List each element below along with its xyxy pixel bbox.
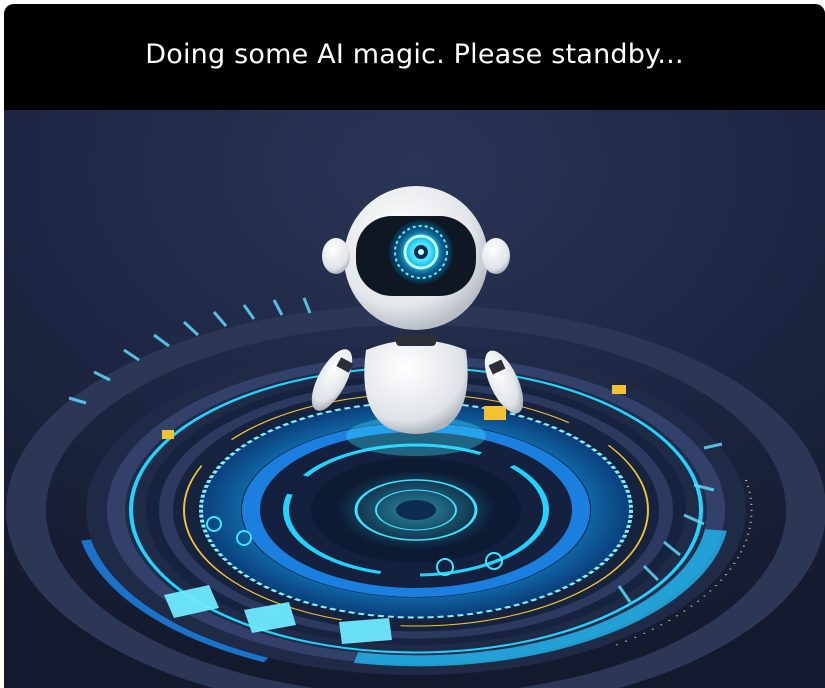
modal-header: Doing some AI magic. Please standby... — [4, 4, 825, 110]
loading-message: Doing some AI magic. Please standby... — [145, 38, 684, 70]
robot-hologram-icon — [4, 110, 825, 688]
loading-modal: Doing some AI magic. Please standby... — [4, 4, 825, 688]
ai-robot-illustration — [4, 110, 825, 688]
